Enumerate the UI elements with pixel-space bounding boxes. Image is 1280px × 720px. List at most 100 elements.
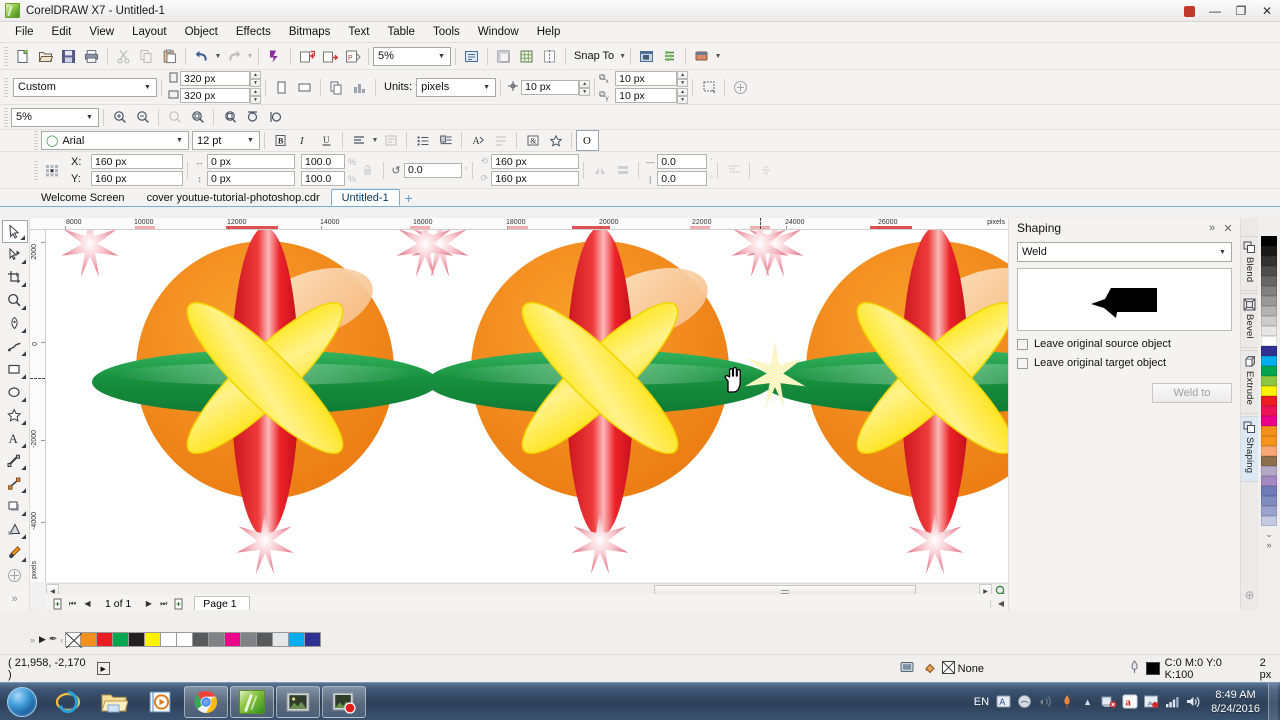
palette-swatch[interactable] <box>305 632 322 647</box>
ime-tools-icon[interactable] <box>1014 683 1035 720</box>
freehand-tool[interactable] <box>2 312 28 335</box>
palette-swatch[interactable] <box>1261 356 1277 366</box>
options-icon[interactable] <box>635 46 658 67</box>
chevron-down-icon[interactable]: ▼ <box>435 53 448 60</box>
menu-tools[interactable]: Tools <box>424 24 469 40</box>
polygon-tool[interactable] <box>2 404 28 427</box>
page-height-stepper[interactable]: ▲ ▼ <box>250 88 261 104</box>
duplicate-x-stepper[interactable]: ▲ ▼ <box>677 71 689 87</box>
collapse-docker-icon[interactable]: » <box>1204 222 1220 234</box>
leave-target-row[interactable]: Leave original target object <box>1017 357 1232 369</box>
align-chevron-icon[interactable]: ▼ <box>370 130 379 151</box>
app-tray-icon[interactable] <box>1140 683 1161 720</box>
palette-scroll-start-icon[interactable]: » <box>30 635 35 645</box>
export-icon[interactable] <box>318 46 341 67</box>
chevron-down-icon[interactable]: ▼ <box>173 137 186 144</box>
zoom-out-icon[interactable] <box>131 107 154 128</box>
start-button[interactable] <box>0 685 44 719</box>
leave-source-checkbox[interactable] <box>1017 338 1028 350</box>
toolbox-overflow-button[interactable]: » <box>2 587 28 610</box>
launcher-chevron-icon[interactable]: ▼ <box>713 46 722 67</box>
coreldraw-icon[interactable] <box>230 685 274 718</box>
units-combo[interactable]: pixels ▼ <box>416 77 497 97</box>
palette-swatch[interactable] <box>1261 496 1277 506</box>
antivirus-icon[interactable]: a <box>1119 683 1140 720</box>
palette-swatch[interactable] <box>97 632 114 647</box>
x-position-input[interactable]: 160 px <box>91 154 183 169</box>
zoom-to-page-height-icon[interactable] <box>264 107 287 128</box>
pick-tool[interactable] <box>1 220 28 244</box>
insert-symbol-icon[interactable] <box>544 130 567 151</box>
user-account-icon[interactable] <box>1176 0 1202 22</box>
palette-swatch[interactable] <box>209 632 226 647</box>
menu-window[interactable]: Window <box>469 24 528 40</box>
new-icon[interactable] <box>11 46 34 67</box>
smart-fill-tool[interactable] <box>2 335 28 358</box>
docker-tab-blend[interactable]: Blend <box>1240 236 1259 292</box>
straight-line-connector-tool[interactable] <box>2 472 28 495</box>
toolbar-grip[interactable] <box>4 46 8 66</box>
drop-shadow-tool[interactable] <box>2 495 28 518</box>
skew-y-input[interactable]: 0.0 <box>657 171 708 186</box>
page-scroll-left-icon[interactable]: ◀ <box>998 599 1004 608</box>
palette-swatch[interactable] <box>1261 386 1277 396</box>
chevron-down-icon[interactable]: ▼ <box>1216 249 1229 256</box>
palette-swatch[interactable] <box>1261 446 1277 456</box>
maximize-button[interactable]: ❐ <box>1228 0 1254 22</box>
tab-cover-photoshop[interactable]: cover youtue-tutorial-photoshop.cdr <box>136 189 331 206</box>
menu-edit[interactable]: Edit <box>43 24 81 40</box>
palette-swatch[interactable] <box>1261 276 1277 286</box>
show-rulers-icon[interactable] <box>492 46 515 67</box>
insert-character-icon[interactable]: & <box>521 130 544 151</box>
docker-tab-shaping[interactable]: Shaping <box>1240 416 1259 483</box>
menu-help[interactable]: Help <box>528 24 570 40</box>
page-tab-grip[interactable]: ⁞ <box>989 599 992 609</box>
color-eyedropper-tool[interactable] <box>2 541 28 564</box>
palette-swatch[interactable] <box>1261 256 1277 266</box>
skew-x-input[interactable]: 0.0 <box>657 154 708 169</box>
palette-swatch[interactable] <box>129 632 146 647</box>
page-width-stepper[interactable]: ▲ ▼ <box>250 71 261 87</box>
menu-object[interactable]: Object <box>176 24 227 40</box>
palette-swatch[interactable] <box>1261 466 1277 476</box>
network-signal-icon[interactable] <box>1161 683 1182 720</box>
publish-pdf-icon[interactable]: P <box>341 46 364 67</box>
zoom-to-all-objects-icon[interactable] <box>186 107 209 128</box>
docker-tab-bevel[interactable]: Bevel <box>1240 293 1259 349</box>
drop-cap-icon[interactable] <box>434 130 457 151</box>
menu-text[interactable]: Text <box>339 24 378 40</box>
network-problem-icon[interactable] <box>1098 683 1119 720</box>
ime-speech-icon[interactable] <box>1035 683 1056 720</box>
photo-record-app-icon[interactable] <box>322 685 366 718</box>
parallel-dimension-tool[interactable] <box>2 450 28 473</box>
transparency-tool[interactable] <box>2 518 28 541</box>
duplicate-y-stepper[interactable]: ▲ ▼ <box>677 88 689 104</box>
leave-target-checkbox[interactable] <box>1017 357 1028 369</box>
zoom-level-combo[interactable]: 5% ▼ <box>373 46 451 66</box>
emblem-instance-3[interactable] <box>730 230 1009 575</box>
application-launcher-icon[interactable] <box>690 46 713 67</box>
object-bar-grip[interactable] <box>34 160 38 180</box>
palette-swatch[interactable] <box>273 632 290 647</box>
palette-swatch[interactable] <box>193 632 210 647</box>
ellipse-tool[interactable] <box>2 381 28 404</box>
palette-swatch[interactable] <box>1261 476 1277 486</box>
page-height-input[interactable]: 320 px <box>180 88 250 103</box>
palette-swatch[interactable] <box>1261 236 1277 246</box>
ime-pen-icon[interactable] <box>1056 683 1077 720</box>
nudge-stepper[interactable]: ▲ ▼ <box>579 79 591 96</box>
chevron-down-icon[interactable]: ▼ <box>141 84 154 91</box>
internet-explorer-icon[interactable] <box>46 686 90 718</box>
minimize-button[interactable]: — <box>1202 0 1228 22</box>
color-proof-icon[interactable] <box>900 661 914 677</box>
palette-swatch[interactable] <box>289 632 306 647</box>
palette-swatch[interactable] <box>1261 486 1277 496</box>
zoom-tool[interactable] <box>2 289 28 312</box>
palette-swatch[interactable] <box>257 632 274 647</box>
bullet-list-icon[interactable] <box>411 130 434 151</box>
object-styles-icon[interactable] <box>658 46 681 67</box>
underline-icon[interactable]: U <box>315 130 338 151</box>
show-hidden-icons-button[interactable]: ▲ <box>1077 683 1098 720</box>
save-icon[interactable] <box>57 46 80 67</box>
language-indicator[interactable]: EN <box>970 696 993 708</box>
